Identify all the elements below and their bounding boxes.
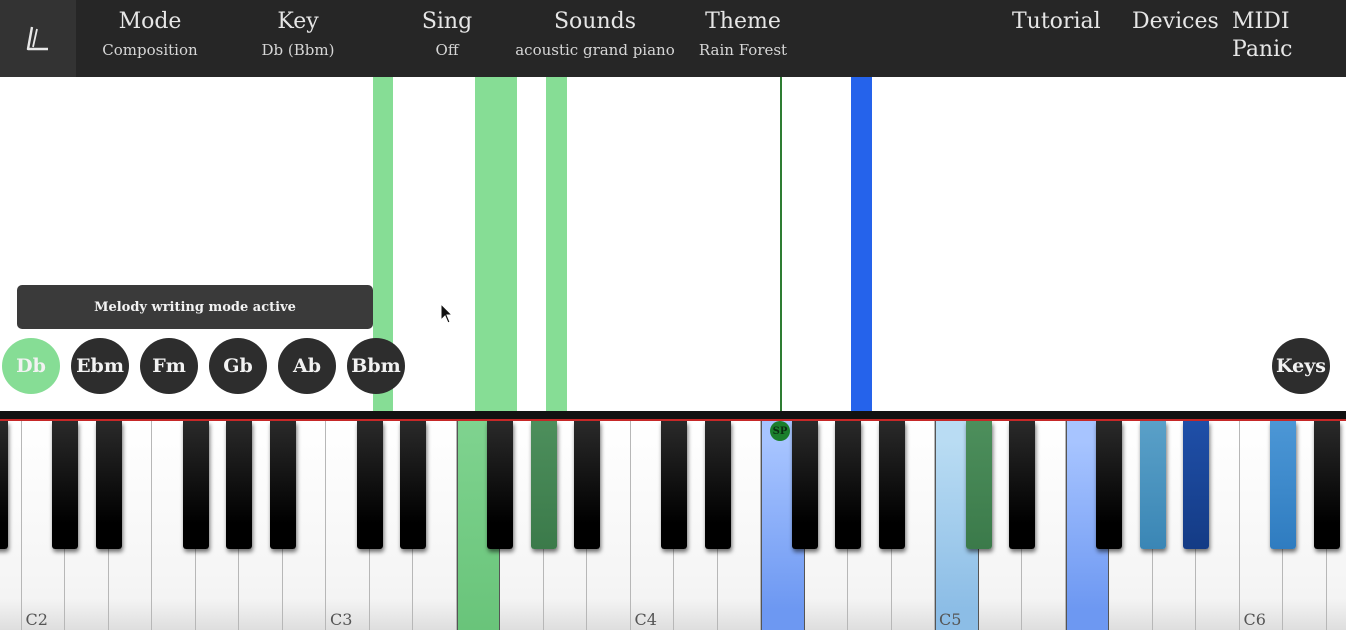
chord-button-fm[interactable]: Fm <box>140 338 198 394</box>
black-key[interactable] <box>965 421 992 549</box>
black-key[interactable] <box>791 421 818 549</box>
black-key[interactable] <box>1009 421 1035 549</box>
black-key[interactable] <box>1270 421 1296 549</box>
menu-sing[interactable]: Sing Off <box>397 8 497 60</box>
black-key[interactable] <box>1096 421 1122 549</box>
black-key[interactable] <box>52 421 78 549</box>
black-key[interactable] <box>704 421 731 549</box>
menu-title: Key <box>277 9 319 34</box>
mouse-pointer-icon <box>440 303 454 324</box>
octave-label-c4: C4 <box>634 610 657 629</box>
playhead-line <box>780 77 782 411</box>
black-key[interactable] <box>1139 421 1166 549</box>
black-key[interactable] <box>835 421 861 549</box>
chord-button-gb[interactable]: Gb <box>209 338 267 394</box>
black-key[interactable] <box>1183 421 1209 549</box>
black-key[interactable] <box>226 421 252 549</box>
black-key[interactable] <box>269 421 296 549</box>
octave-label-c3: C3 <box>330 610 353 629</box>
menu-value: Composition <box>102 41 198 59</box>
black-key[interactable] <box>1313 421 1340 549</box>
black-key[interactable] <box>487 421 513 549</box>
keys-button[interactable]: Keys <box>1272 338 1330 394</box>
black-key[interactable] <box>356 421 383 549</box>
menu-title: Sounds <box>553 9 637 34</box>
black-key[interactable] <box>0 421 8 549</box>
menu-value: Off <box>435 41 459 59</box>
note-roll[interactable]: Melody writing mode active Db Ebm Fm Gb … <box>0 77 1346 411</box>
menu-value: Rain Forest <box>698 41 788 59</box>
menu-theme[interactable]: Theme Rain Forest <box>688 8 798 60</box>
menu-mode[interactable]: Mode Composition <box>90 8 210 60</box>
playhead-marker: SP <box>770 421 790 441</box>
falling-note <box>851 77 872 411</box>
menu-midi-panic[interactable]: MIDI Panic <box>1232 8 1346 64</box>
black-key[interactable] <box>400 421 426 549</box>
piano-keyboard[interactable]: C2 C3 C4 C5 C6 SP <box>0 421 1346 632</box>
status-toast: Melody writing mode active <box>17 285 373 329</box>
menu-tutorial[interactable]: Tutorial <box>1012 8 1101 36</box>
menu-key[interactable]: Key Db (Bbm) <box>238 8 358 60</box>
chord-button-db[interactable]: Db <box>2 338 60 394</box>
menu-title: Mode <box>118 9 182 34</box>
menu-value: Db (Bbm) <box>261 41 335 59</box>
menu-sounds[interactable]: Sounds acoustic grand piano <box>515 8 675 60</box>
app-logo[interactable] <box>0 0 76 77</box>
chord-button-bbm[interactable]: Bbm <box>347 338 405 394</box>
top-menu-bar: Mode Composition Key Db (Bbm) Sing Off S… <box>0 0 1346 77</box>
menu-devices[interactable]: Devices <box>1132 8 1219 36</box>
black-key[interactable] <box>661 421 687 549</box>
black-key[interactable] <box>182 421 209 549</box>
chord-button-ebm[interactable]: Ebm <box>71 338 129 394</box>
menu-title: Sing <box>421 9 473 34</box>
black-key[interactable] <box>95 421 122 549</box>
menu-title: Theme <box>705 9 781 34</box>
falling-note <box>475 77 517 411</box>
chord-button-ab[interactable]: Ab <box>278 338 336 394</box>
black-key[interactable] <box>530 421 557 549</box>
menu-value: acoustic grand piano <box>515 41 675 59</box>
octave-label-c2: C2 <box>25 610 48 629</box>
logo-icon <box>26 26 48 50</box>
black-key[interactable] <box>574 421 600 549</box>
octave-label-c5: C5 <box>939 610 962 629</box>
octave-label-c6: C6 <box>1243 610 1266 629</box>
falling-note <box>546 77 567 411</box>
black-key[interactable] <box>878 421 905 549</box>
